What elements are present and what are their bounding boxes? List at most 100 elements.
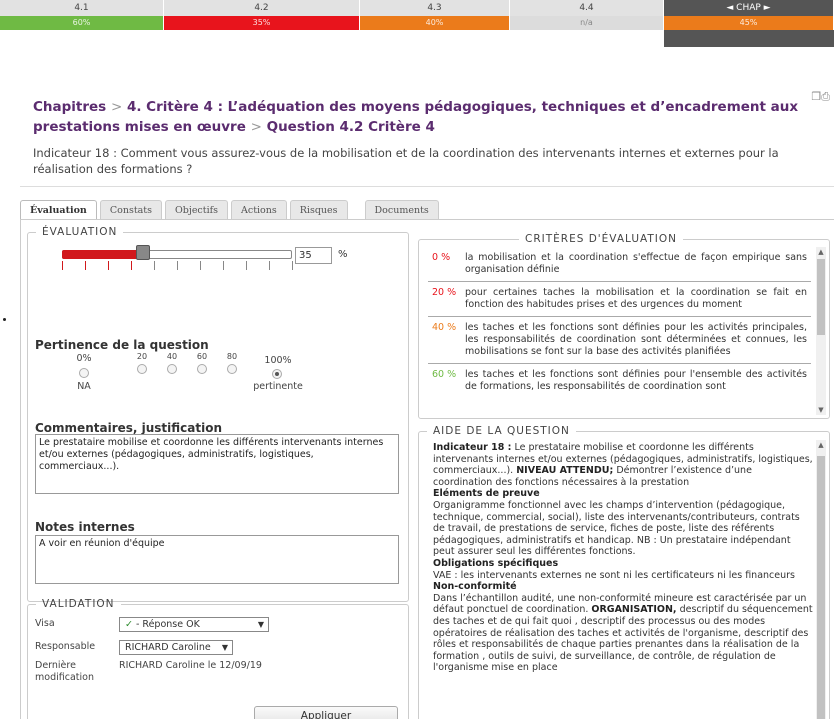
criteria-text: les taches et les fonctions sont définie… (465, 322, 807, 357)
slider-tick (62, 261, 63, 270)
slider-tick (223, 261, 224, 270)
criteria-item: 40 % les taches et les fonctions sont dé… (428, 317, 811, 364)
breadcrumb-question: Question 4.2 Critère 4 (266, 119, 435, 135)
score-unit: % (338, 249, 348, 260)
aide-heading-nonconformite: Non-conformité (433, 581, 517, 593)
check-icon: ✓ (125, 619, 133, 630)
progress-header-4-3[interactable]: 4.3 (360, 0, 510, 16)
radio-sublabel-pertinente: pertinente (253, 381, 303, 392)
last-modified-value: RICHARD Caroline le 12/09/19 (119, 660, 262, 671)
score-slider-fill (62, 250, 143, 259)
slider-tick (200, 261, 201, 270)
criteria-scrollbar[interactable]: ▲ ▼ (816, 247, 826, 415)
aide-organisation-label: ORGANISATION, (591, 604, 677, 616)
radio-label-80: 80 (226, 352, 238, 361)
aide-preuve-text: Organigramme fonctionnel avec les champs… (433, 499, 800, 558)
progress-value-4-4: n/a (510, 16, 664, 30)
breadcrumb: Chapitres > 4. Critère 4 : L’adéquation … (33, 97, 823, 137)
criteria-percent: 0 % (432, 252, 451, 263)
radio-label-60: 60 (196, 352, 208, 361)
criteria-list: 0 % la mobilisation et la coordination s… (428, 247, 811, 398)
progress-value-4-3: 40% (360, 16, 510, 30)
visa-value: - Réponse OK (135, 619, 200, 630)
criteria-item: 0 % la mobilisation et la coordination s… (428, 247, 811, 282)
indicator-question: Indicateur 18 : Comment vous assurez-vou… (33, 146, 779, 176)
comments-title: Commentaires, justification (35, 421, 223, 435)
tab-constats[interactable]: Constats (99, 200, 162, 220)
bullet-mark (3, 318, 6, 321)
criteria-legend: CRITÈRES D'ÉVALUATION (525, 233, 678, 245)
responsable-select[interactable]: RICHARD Caroline ▼ (119, 640, 233, 655)
apply-button[interactable]: Appliquer (254, 706, 398, 719)
print-icon[interactable]: ⎙ (821, 90, 830, 103)
aide-obligations-text: VAE : les intervenants externes ne sont … (433, 569, 795, 581)
slider-tick (177, 261, 178, 270)
breadcrumb-separator: > (250, 119, 262, 135)
pertinence-radio-0[interactable] (79, 368, 89, 378)
pertinence-radio-60[interactable] (197, 364, 207, 374)
responsable-label: Responsable (35, 641, 96, 652)
pertinence-radio-100[interactable] (272, 369, 282, 379)
pertinence-radio-40[interactable] (167, 364, 177, 374)
radio-label-20: 20 (136, 352, 148, 361)
visa-label: Visa (35, 618, 55, 629)
responsable-value: RICHARD Caroline (125, 642, 211, 653)
aide-scroll-thumb[interactable] (817, 456, 825, 719)
breadcrumb-root[interactable]: Chapitres (33, 99, 106, 115)
last-modified-label: Dernière modification (35, 660, 94, 683)
dropdown-arrow-icon: ▼ (257, 620, 264, 629)
tab-documents[interactable]: Documents (364, 200, 439, 220)
comments-textarea[interactable]: Le prestataire mobilise et coordonne les… (35, 434, 399, 494)
progress-value-4-1: 60% (0, 16, 164, 30)
pertinence-title: Pertinence de la question (35, 338, 209, 352)
radio-label-100: 100% (264, 355, 292, 366)
scroll-up-icon[interactable]: ▲ (816, 248, 826, 256)
progress-header-4-2[interactable]: 4.2 (164, 0, 360, 16)
progress-header-4-4[interactable]: 4.4 (510, 0, 664, 16)
aide-heading-preuve: Eléments de preuve (433, 488, 540, 500)
tab-risques[interactable]: Risques (289, 200, 348, 220)
aide-indicator-label: Indicateur 18 : (433, 442, 512, 453)
copy-icon[interactable]: ❐ (811, 90, 821, 103)
tab-actions[interactable]: Actions (231, 200, 287, 220)
chap-nav-button[interactable]: ◄ CHAP ► (664, 0, 834, 16)
radio-sublabel-na: NA (77, 381, 91, 392)
score-input[interactable]: 35 (295, 247, 332, 264)
slider-tick (292, 261, 293, 270)
criteria-percent: 60 % (432, 369, 457, 380)
tab-objectifs[interactable]: Objectifs (165, 200, 229, 220)
criteria-text: les taches et les fonctions sont définie… (465, 369, 807, 392)
chapter-progress-grid: 4.1 4.2 4.3 4.4 ◄ CHAP ► 60% 35% 40% n/a… (0, 0, 834, 47)
pertinence-radio-80[interactable] (227, 364, 237, 374)
slider-tick (246, 261, 247, 270)
slider-tick (108, 261, 109, 270)
criteria-scroll-thumb[interactable] (817, 259, 825, 335)
scroll-up-icon[interactable]: ▲ (816, 441, 826, 449)
criteria-text: la mobilisation et la coordination s'eff… (465, 252, 807, 275)
notes-textarea[interactable]: A voir en réunion d'équipe (35, 535, 399, 584)
scroll-down-icon[interactable]: ▼ (816, 406, 826, 414)
aide-scrollbar[interactable]: ▲ (816, 440, 826, 719)
dropdown-arrow-icon: ▼ (221, 643, 228, 652)
score-slider-thumb[interactable] (136, 245, 150, 260)
slider-tick (131, 261, 132, 270)
visa-select[interactable]: ✓ - Réponse OK ▼ (119, 617, 269, 632)
aide-niveau-label: NIVEAU ATTENDU; (516, 465, 614, 477)
pertinence-radio-20[interactable] (137, 364, 147, 374)
criteria-percent: 40 % (432, 322, 457, 333)
radio-label-40: 40 (166, 352, 178, 361)
progress-header-4-1[interactable]: 4.1 (0, 0, 164, 16)
aide-content: Indicateur 18 : Le prestataire mobilise … (433, 442, 813, 674)
criteria-percent: 20 % (432, 287, 457, 298)
criteria-text: pour certaines taches la mobilisation et… (465, 287, 807, 310)
validation-legend: VALIDATION (42, 598, 115, 610)
tab-evaluation[interactable]: Évaluation (20, 200, 97, 220)
slider-tick (85, 261, 86, 270)
aide-heading-obligations: Obligations spécifiques (433, 557, 559, 569)
evaluation-legend: ÉVALUATION (42, 226, 118, 238)
progress-value-4-2: 35% (164, 16, 360, 30)
page-tool-icons: ❐⎙ (811, 90, 830, 104)
progress-footer (0, 30, 834, 47)
radio-label-0: 0% (76, 353, 92, 364)
progress-values: 60% 35% 40% n/a 45% (0, 16, 834, 30)
